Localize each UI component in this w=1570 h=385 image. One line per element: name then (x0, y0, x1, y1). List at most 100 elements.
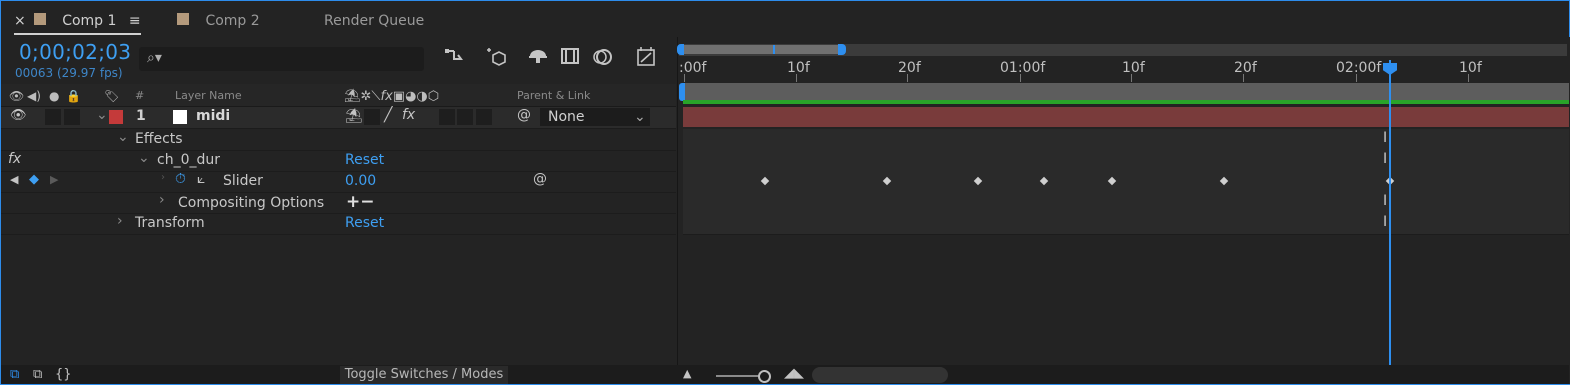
timeline-track[interactable]: I (683, 129, 1569, 151)
keyframe[interactable] (1219, 176, 1229, 186)
adjustment-switch[interactable] (476, 109, 492, 125)
ruler-tick (1131, 74, 1132, 82)
parent-value: None (548, 109, 585, 125)
search-input[interactable]: ⌕▾ (139, 47, 424, 71)
motion-blur-switch[interactable] (457, 109, 473, 125)
slider-value[interactable]: 0.00 (345, 173, 376, 189)
zoom-in-icon[interactable]: ◢◣ (784, 366, 804, 381)
keyframe-ibeam-icon: I (1383, 151, 1388, 167)
tab-label: Render Queue (324, 13, 425, 29)
ruler-label: 20f (898, 60, 921, 76)
toggle-switches-modes-button[interactable]: Toggle Switches / Modes (340, 366, 508, 384)
effect-reset-link[interactable]: Reset (345, 152, 384, 168)
prev-keyframe-icon[interactable]: ◀ (10, 173, 18, 186)
keyframe-ibeam-icon: I (1383, 214, 1388, 230)
visibility-eye-icon[interactable]: 👁 (10, 108, 27, 123)
frame-blending-icon[interactable] (558, 46, 582, 72)
audio-speaker-icon[interactable]: ◀) (27, 89, 41, 103)
time-ruler[interactable]: :00f 10f 20f 01:00f 10f 20f 02:00f 10f (678, 60, 1569, 82)
tab-comp-2[interactable]: Comp 2 (177, 1, 260, 37)
keyframe[interactable] (973, 176, 983, 186)
chevron-right-icon[interactable]: › (159, 192, 165, 208)
compositing-options-row[interactable]: › Compositing Options +− (1, 192, 676, 214)
effect-row[interactable]: fx ⌄ ch_0_dur Reset (1, 150, 676, 172)
tab-label: Comp 1 (62, 13, 117, 29)
layer-source-swatch (173, 110, 187, 124)
chevron-right-icon[interactable]: › (117, 213, 123, 229)
effect-switch-icon[interactable]: fx (402, 107, 415, 123)
time-navigator-range[interactable] (683, 45, 841, 54)
effects-group-row[interactable]: ⌄ Effects (1, 129, 676, 151)
column-layer-name[interactable]: Layer Name (175, 89, 242, 102)
motion-blur-icon[interactable] (590, 46, 614, 72)
close-tab-icon[interactable]: × (14, 13, 26, 29)
audio-switch[interactable] (45, 109, 61, 125)
horizontal-scrollbar[interactable] (812, 367, 948, 383)
transform-group-row[interactable]: › Transform Reset (1, 213, 676, 235)
panel-menu-icon[interactable]: ≡ (129, 13, 141, 29)
pick-whip-icon[interactable]: @ (533, 171, 547, 187)
chevron-down-icon[interactable]: ⌄ (138, 150, 150, 166)
lock-switch[interactable] (64, 109, 80, 125)
layer-duration-bar[interactable] (683, 107, 1569, 127)
work-area-start-handle[interactable] (679, 83, 685, 101)
fx-icon[interactable]: fx (8, 151, 21, 167)
shy-layers-icon[interactable] (526, 46, 550, 72)
chevron-down-icon[interactable]: ⌄ (96, 107, 108, 123)
timeline-track[interactable]: I (683, 150, 1569, 172)
quality-line-icon[interactable]: ╱ (384, 107, 392, 123)
solo-icon[interactable]: ● (49, 89, 59, 103)
timeline-track[interactable] (683, 171, 1569, 193)
next-keyframe-icon[interactable]: ▶ (50, 173, 58, 186)
draft-3d-icon[interactable] (484, 46, 508, 72)
keyframe[interactable] (1039, 176, 1049, 186)
label-tag-icon[interactable]: 🏷 (104, 89, 119, 103)
keyframe-ibeam-icon: I (1383, 130, 1388, 146)
layer-name[interactable]: midi (196, 108, 230, 124)
zoom-slider-knob[interactable] (758, 370, 771, 383)
layer-label-color[interactable] (109, 110, 123, 124)
effect-name: ch_0_dur (157, 152, 220, 168)
add-keyframe-icon[interactable]: ◆ (29, 172, 39, 187)
frame-blend-switch[interactable] (439, 109, 455, 125)
ruler-label: 20f (1234, 60, 1257, 76)
transform-reset-link[interactable]: Reset (345, 215, 384, 231)
lock-icon[interactable]: 🔒 (66, 89, 81, 103)
tab-comp-1[interactable]: × Comp 1 ≡ (14, 1, 141, 37)
graph-editor-icon[interactable] (634, 46, 658, 72)
effects-label: Effects (135, 131, 183, 147)
tab-render-queue[interactable]: Render Queue (324, 1, 424, 37)
chevron-down-icon[interactable]: ⌄ (117, 129, 129, 145)
layer-column-header: 👁 ◀) ● 🔒 🏷 # Layer Name ⛱✲⟍fx▣◕◑⬡ Parent… (1, 84, 676, 107)
chevron-down-icon: ⌄ (634, 109, 646, 125)
in-out-pane-icon[interactable]: {} (55, 367, 72, 382)
transfer-controls-pane-icon[interactable]: ⧉ (33, 367, 42, 382)
layer-switches-pane-icon[interactable]: ⧉ (10, 367, 19, 382)
ruler-tick (1468, 74, 1469, 82)
keyframe[interactable] (882, 176, 892, 186)
navigator-start-handle[interactable] (677, 44, 684, 55)
keyframe[interactable] (760, 176, 770, 186)
zoom-out-icon[interactable]: ▲ (683, 367, 691, 380)
graph-icon[interactable]: ⟀ (197, 171, 205, 187)
layer-row[interactable]: 👁 ⌄ 1 midi ⛱ ╱ fx @ None ⌄ (1, 107, 676, 129)
video-eye-icon[interactable]: 👁 (9, 89, 24, 103)
layer-number: 1 (136, 108, 146, 124)
keyframe[interactable] (1107, 176, 1117, 186)
current-timecode[interactable]: 0;00;02;03 (19, 40, 131, 64)
quality-switch[interactable] (364, 109, 380, 125)
ruler-label: 10f (1459, 60, 1482, 76)
timeline-track[interactable]: I (683, 192, 1569, 214)
add-remove-mask-buttons[interactable]: +− (346, 192, 375, 212)
comp-color-swatch (33, 13, 46, 25)
shy-switch-icon[interactable]: ⛱ (345, 108, 363, 124)
slider-property-row[interactable]: ◀ ◆ ▶ › ⏱ ⟀ Slider 0.00 @ (1, 171, 676, 193)
current-time-indicator[interactable] (1389, 60, 1391, 365)
parent-dropdown[interactable]: None ⌄ (540, 108, 650, 126)
navigator-end-handle[interactable] (838, 44, 846, 55)
pick-whip-icon[interactable]: @ (517, 107, 531, 123)
composition-mini-flowchart-icon[interactable] (443, 46, 467, 72)
stopwatch-icon[interactable]: ⏱ (175, 171, 186, 187)
timeline-track[interactable]: I (683, 213, 1569, 235)
work-area-bar[interactable] (683, 83, 1569, 100)
